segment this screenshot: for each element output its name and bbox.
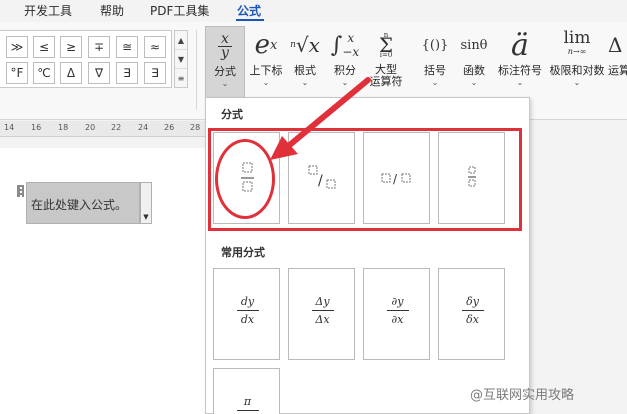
function-label: 函数 [463, 64, 485, 77]
fraction-text: δy δx [439, 295, 506, 326]
equation-drag-handle[interactable] [17, 185, 24, 197]
equation-placeholder: 在此处键入公式。 [31, 198, 128, 212]
ruler-tick: 14 [4, 123, 15, 132]
bracket-icon: {()} [421, 37, 449, 53]
watermark-text: @互联网实用攻略 [470, 388, 575, 403]
common-fraction-pi[interactable]: π [213, 368, 280, 414]
equation-options-dropdown[interactable]: ▼ [140, 182, 152, 224]
limit-icon: lim n→∞ [563, 28, 591, 57]
active-tab-indicator [236, 19, 264, 21]
symbol-fahrenheit[interactable]: °F [6, 62, 28, 84]
accent-icon: ä [511, 27, 529, 63]
fraction-numerator: dy [240, 295, 255, 308]
common-fraction-dy-dx[interactable]: dy dx [213, 268, 280, 360]
chevron-down-icon: ⌄ [301, 78, 309, 87]
fraction-denominator: δx [466, 313, 479, 326]
ruler-tick: 20 [85, 123, 96, 132]
fraction-denominator: Δx [315, 313, 330, 326]
tab-equation[interactable]: 公式 [237, 2, 261, 19]
chevron-down-icon: ⌄ [431, 78, 439, 87]
fraction-denominator: dx [240, 313, 255, 326]
common-fraction-partial[interactable]: ∂y ∂x [363, 268, 430, 360]
summation-icon: n Σi=0 [378, 31, 394, 59]
symbol-exists[interactable]: ∃ [116, 62, 138, 84]
horizontal-ruler: 14 16 18 20 22 24 26 28 [0, 121, 210, 137]
superscript-icon: ex [254, 30, 278, 60]
chevron-down-icon: ⌄ [221, 79, 229, 88]
fraction-text: π [214, 395, 281, 413]
integral-label: 积分 [334, 64, 356, 77]
script-label: 上下标 [249, 64, 283, 77]
ruler-tick: 18 [58, 123, 69, 132]
equation-input[interactable]: 在此处键入公式。 [26, 182, 140, 224]
chevron-down-icon: ⌄ [573, 78, 581, 87]
ruler-tick: 24 [138, 123, 149, 132]
symbol-gallery: ≫ ≤ ≥ ∓ ≅ ≈ °F ℃ Δ ∇ ∃ ∃ [0, 30, 172, 88]
scroll-up-icon[interactable]: ▲ [175, 31, 187, 50]
fraction-text: dy dx [214, 295, 281, 326]
common-fraction-delta[interactable]: Δy Δx [288, 268, 355, 360]
fraction-numerator: Δy [315, 295, 330, 308]
tab-pdf-tools[interactable]: PDF工具集 [150, 2, 209, 19]
ruler-tick: 26 [164, 123, 175, 132]
common-fraction-small-delta[interactable]: δy δx [438, 268, 505, 360]
operator-icon: Δ [608, 33, 623, 57]
ribbon-separator [196, 30, 197, 110]
fraction-icon: xy [206, 27, 244, 65]
symbol-exists-2[interactable]: ∃ [144, 62, 166, 84]
limit-log-button[interactable]: lim n→∞ 极限和对数 ⌄ [546, 26, 608, 110]
ruler-tick: 28 [190, 123, 201, 132]
symbol-gallery-scroll[interactable]: ▲ ▼ ≡ [174, 30, 188, 88]
symbol-congruent[interactable]: ≅ [116, 36, 138, 58]
chevron-down-icon: ⌄ [341, 78, 349, 87]
symbol-delta[interactable]: Δ [60, 62, 82, 84]
symbol-celsius[interactable]: ℃ [33, 62, 55, 84]
chevron-down-icon: ⌄ [470, 78, 478, 87]
ribbon-tab-bar: 开发工具 帮助 PDF工具集 公式 [0, 0, 627, 22]
symbol-approx[interactable]: ≈ [144, 36, 166, 58]
radical-icon: n √x [290, 33, 320, 57]
integral-icon: ∫ x −x [330, 31, 360, 59]
symbol-greater-equal[interactable]: ≥ [60, 36, 82, 58]
section-title-fraction: 分式 [221, 108, 243, 121]
symbol-much-greater[interactable]: ≫ [6, 36, 28, 58]
section-title-common-fraction: 常用分式 [221, 246, 265, 259]
operator-button[interactable]: Δ 运算 [608, 26, 627, 110]
fraction-text: Δy Δx [289, 295, 356, 326]
operator-label: 运算 [608, 64, 627, 77]
bracket-label: 括号 [424, 64, 446, 77]
ruler-tick: 16 [31, 123, 42, 132]
highlight-circle [215, 139, 275, 219]
ruler-tick: 22 [111, 123, 122, 132]
chevron-down-icon: ⌄ [262, 78, 270, 87]
tab-help[interactable]: 帮助 [100, 2, 124, 19]
fraction-numerator: π [243, 395, 252, 408]
fraction-text: ∂y ∂x [364, 295, 431, 326]
large-operator-label-2: 运算符 [369, 75, 403, 88]
fraction-numerator: δy [466, 295, 479, 308]
accent-label: 标注符号 [498, 64, 542, 77]
more-icon[interactable]: ≡ [175, 69, 187, 88]
scroll-down-icon[interactable]: ▼ [175, 50, 187, 69]
fraction-label: 分式 [214, 65, 236, 78]
function-icon: sinθ [460, 37, 488, 53]
symbol-less-equal[interactable]: ≤ [33, 36, 55, 58]
symbol-nabla[interactable]: ∇ [88, 62, 110, 84]
tab-developer[interactable]: 开发工具 [24, 2, 72, 19]
fraction-denominator: ∂x [391, 313, 404, 326]
symbol-minus-plus[interactable]: ∓ [88, 36, 110, 58]
radical-label: 根式 [294, 64, 316, 77]
limit-log-label: 极限和对数 [549, 64, 605, 77]
fraction-numerator: ∂y [391, 295, 404, 308]
chevron-down-icon: ⌄ [516, 78, 524, 87]
